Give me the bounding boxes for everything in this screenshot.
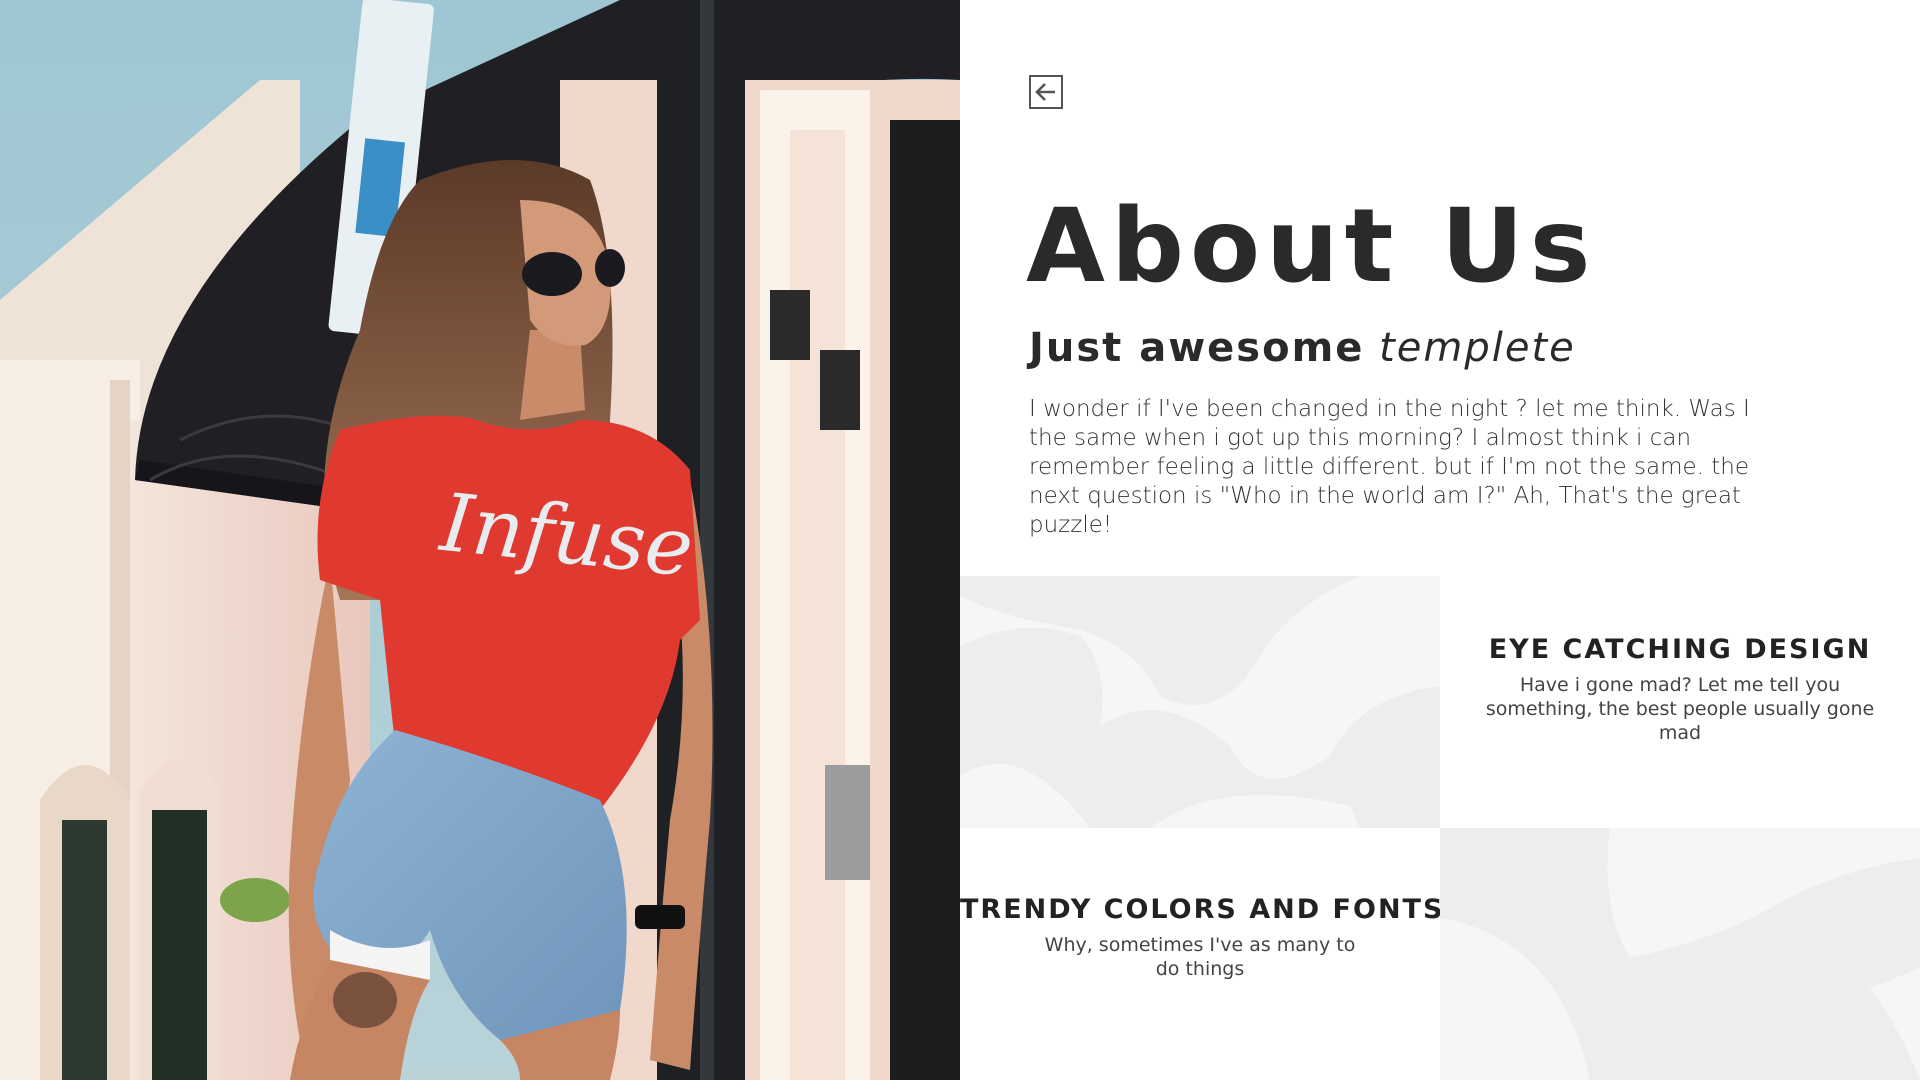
abstract-shape-pattern bbox=[960, 576, 1440, 828]
intro-paragraph: I wonder if I've been changed in the nig… bbox=[1029, 396, 1750, 538]
pattern-tile-bottom bbox=[1440, 828, 1920, 1080]
page-subtitle: Just awesome templete bbox=[1029, 326, 1576, 370]
feature-body: Why, sometimes I've as many to do things bbox=[1044, 934, 1356, 980]
pattern-tile-top bbox=[960, 576, 1440, 828]
feature-tile-colors: TRENDY COLORS AND FONTS Why, sometimes I… bbox=[960, 828, 1440, 1080]
subtitle-strong: Just awesome bbox=[1029, 325, 1365, 371]
back-button[interactable] bbox=[1029, 75, 1063, 109]
page-title: About Us bbox=[1026, 187, 1597, 306]
subtitle-emphasis: templete bbox=[1379, 325, 1576, 371]
feature-body: Have i gone mad? Let me tell you somethi… bbox=[1485, 674, 1875, 744]
feature-tile-design: EYE CATCHING DESIGN Have i gone mad? Let… bbox=[1440, 576, 1920, 828]
street-scene-illustration: Infuse bbox=[0, 0, 960, 1080]
abstract-shape-pattern bbox=[1440, 828, 1920, 1080]
feature-heading: TRENDY COLORS AND FONTS bbox=[960, 894, 1440, 925]
hero-photo: Infuse bbox=[0, 0, 960, 1080]
feature-heading: EYE CATCHING DESIGN bbox=[1488, 634, 1872, 665]
arrow-left-icon bbox=[1035, 83, 1055, 101]
